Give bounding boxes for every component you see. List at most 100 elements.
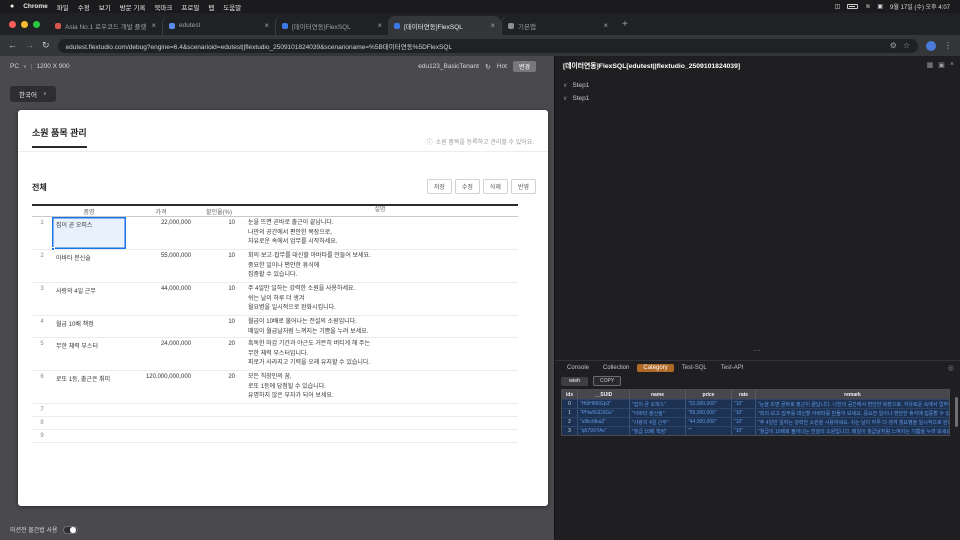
copy-button[interactable]: COPY	[593, 376, 622, 386]
scrollbar[interactable]	[955, 397, 958, 427]
desc-cell[interactable]: 회의·보고·잡무를 대신할 아바타를 만들어 보세요. 중요한 일이나 편안한 …	[242, 250, 518, 282]
row-number[interactable]: 1	[32, 217, 52, 249]
browser-tab-5[interactable]: 기본앱 ×	[501, 16, 614, 35]
menu-history[interactable]: 방문 기록	[120, 2, 146, 12]
wifi-icon[interactable]: ≋	[865, 3, 870, 10]
rate-cell[interactable]	[196, 417, 242, 429]
price-cell[interactable]: 55,000,000	[126, 250, 196, 282]
name-cell[interactable]	[52, 430, 126, 442]
price-cell[interactable]	[126, 316, 196, 337]
change-button[interactable]: 변경	[512, 61, 536, 72]
address-bar[interactable]: edutest.flextudio.com/debug?engine=6.4&s…	[57, 38, 918, 53]
desc-cell[interactable]: 월급이 10배로 불어나는 전설의 소원입니다. 매일이 월급날처럼 느껴지는 …	[242, 316, 518, 337]
browser-tab-1[interactable]: Asia No.1 로우코드 개발 플랫폼 | ×	[49, 16, 162, 35]
language-select[interactable]: 한국어 ∨	[10, 86, 56, 102]
selected-cell[interactable]: 집이 곧 오피스	[51, 217, 126, 251]
tab-close-icon[interactable]: ×	[264, 21, 269, 30]
refresh-icon[interactable]: ↻	[42, 41, 50, 50]
apple-icon[interactable]: ●	[10, 3, 14, 10]
name-cell[interactable]: 로또 1등, 출근은 취미	[52, 371, 126, 403]
tab-close-icon[interactable]: ×	[151, 21, 156, 30]
rate-cell[interactable]: 10	[196, 217, 242, 249]
row-number[interactable]: 2	[32, 250, 52, 282]
panel-icon[interactable]: ▣	[938, 61, 945, 69]
row-number[interactable]: 5	[32, 338, 52, 370]
row-number[interactable]: 8	[32, 417, 52, 429]
rate-cell[interactable]: 20	[196, 338, 242, 370]
refresh-icon[interactable]: ↻	[485, 63, 491, 71]
price-cell[interactable]	[126, 404, 196, 416]
chevron-down-icon[interactable]: ∨	[563, 82, 567, 89]
price-cell[interactable]: 22,000,000	[126, 217, 196, 249]
desc-cell[interactable]	[242, 404, 518, 416]
collection-tab-wish[interactable]: wish	[561, 376, 589, 386]
desc-cell[interactable]	[242, 430, 518, 442]
rate-cell[interactable]	[196, 430, 242, 442]
menu-help[interactable]: 도움말	[223, 2, 241, 12]
tab-close-icon[interactable]: ×	[603, 21, 608, 30]
menu-tab[interactable]: 탭	[208, 2, 214, 12]
menu-file[interactable]: 파일	[57, 2, 69, 12]
control-center-icon[interactable]: ▣	[877, 3, 883, 10]
desc-cell[interactable]: 눈을 뜨면 곧바로 출근이 끝납니다. 나만의 공간에서 편안한 복장으로, 자…	[242, 217, 518, 249]
desc-cell[interactable]: 혹독한 마감 기간과 야근도 거뜬히 버티게 해 주는 무한 체력 부스터입니다…	[242, 338, 518, 370]
tab-collection[interactable]: Collection	[597, 364, 635, 372]
tab-category[interactable]: Category	[637, 364, 674, 372]
name-cell[interactable]	[52, 404, 126, 416]
rate-cell[interactable]: 10	[196, 250, 242, 282]
device-select[interactable]: PC	[10, 63, 19, 70]
rate-cell[interactable]: 20	[196, 371, 242, 403]
price-cell[interactable]	[126, 417, 196, 429]
tab-test-sql[interactable]: Test-SQL	[676, 364, 713, 372]
pin-icon[interactable]: ◎	[948, 364, 954, 372]
browser-tab-2[interactable]: edutest ×	[162, 16, 275, 35]
delete-button[interactable]: 삭제	[482, 179, 508, 194]
price-cell[interactable]: 44,000,000	[126, 283, 196, 315]
price-cell[interactable]: 120,000,000,000	[126, 371, 196, 403]
browser-menu-icon[interactable]: ⋮	[944, 41, 952, 50]
desc-cell[interactable]: 모든 직장인의 꿈, 로또 1등에 당첨될 수 있습니다. 유명하지 않은 부자…	[242, 371, 518, 403]
chevron-down-icon[interactable]: ∨	[563, 95, 567, 102]
row-number[interactable]: 9	[32, 430, 52, 442]
apply-button[interactable]: 반영	[510, 179, 536, 194]
menu-edit[interactable]: 수정	[78, 2, 90, 12]
name-cell[interactable]	[52, 417, 126, 429]
result-row[interactable]: 3 "q579XYAc" "월급 10배 책정" "" "10" "월급이 10…	[562, 426, 949, 435]
tab-console[interactable]: Console	[561, 364, 595, 372]
desc-cell[interactable]: 주 4일만 일하는 강력한 소원을 사용하세요. 쉬는 날이 하루 더 생겨 월…	[242, 283, 518, 315]
row-number[interactable]: 3	[32, 283, 52, 315]
desc-cell[interactable]	[242, 417, 518, 429]
window-minimize-button[interactable]	[21, 20, 28, 28]
tab-close-icon[interactable]: ×	[377, 21, 382, 30]
chevron-down-icon[interactable]: ∨	[23, 64, 27, 70]
display-icon[interactable]: ◫	[835, 3, 841, 10]
footer-toggle[interactable]	[62, 525, 78, 534]
zoom-icon[interactable]: ⚙	[890, 41, 897, 50]
price-cell[interactable]: 24,000,000	[126, 338, 196, 370]
rate-cell[interactable]: 10	[196, 283, 242, 315]
menu-profiles[interactable]: 프로필	[181, 2, 199, 12]
row-number[interactable]: 7	[32, 404, 52, 416]
rate-cell[interactable]: 10	[196, 316, 242, 337]
profile-avatar[interactable]	[926, 40, 936, 51]
result-row[interactable]: 0 "H0iHt90Gp3" "집이 곧 오피스" "22,000,000" "…	[562, 399, 949, 408]
result-row[interactable]: 1 "PHw5GD2Gs" "아바타 분신술" "55,000,000" "10…	[562, 408, 949, 417]
window-close-button[interactable]	[9, 20, 16, 28]
name-cell[interactable]: 월급 10배 책정	[52, 316, 126, 337]
browser-tab-3[interactable]: [데이터연동]FlexSQL ×	[275, 16, 388, 35]
tab-test-api[interactable]: Test-API	[715, 364, 750, 372]
menubar-clock[interactable]: 9월 17일 (수) 오후 4:07	[890, 2, 950, 11]
step-node-2[interactable]: ∨ Step1	[563, 95, 589, 102]
tab-close-icon[interactable]: ×	[490, 21, 495, 30]
name-cell[interactable]: 무한 체력 부스터	[52, 338, 126, 370]
close-icon[interactable]: ×	[950, 61, 954, 69]
rate-cell[interactable]	[196, 404, 242, 416]
grid-view-icon[interactable]: ▦	[927, 61, 934, 69]
name-cell[interactable]: 아바타 분신술	[52, 250, 126, 282]
price-cell[interactable]	[126, 430, 196, 442]
menu-view[interactable]: 보기	[99, 2, 111, 12]
name-cell[interactable]: 사랑의 4일 근무	[52, 283, 126, 315]
save-button[interactable]: 저장	[426, 179, 452, 194]
bookmark-star-icon[interactable]: ☆	[903, 41, 910, 50]
edit-button[interactable]: 수정	[454, 179, 480, 194]
